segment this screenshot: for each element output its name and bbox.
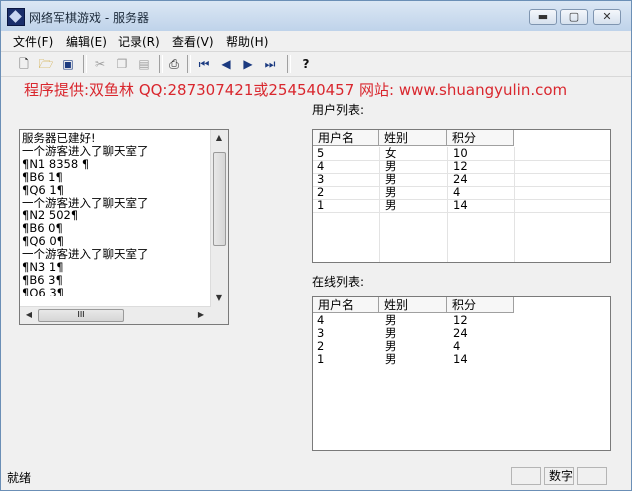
user-list[interactable]: 用户名 姓别 积分 5 女 10 4 男 12 3 男 24 2 男 4 1 男 14: [312, 129, 611, 263]
toolbar-separator: [159, 55, 163, 73]
log-line: ¶N1 8358 ¶: [22, 156, 90, 171]
menu-bar: 文件(F) 编辑(E) 记录(R) 查看(V) 帮助(H): [1, 31, 631, 51]
cell-score: 14: [453, 352, 468, 366]
log-line: ¶Q6 1¶: [22, 182, 64, 197]
scroll-right-icon[interactable]: ▶: [194, 310, 208, 319]
table-row[interactable]: 1 男 14: [313, 353, 610, 366]
online-list[interactable]: 用户名 姓别 积分 4 男 12 3 男 24 2 男 4 1 男 14: [312, 296, 611, 451]
cell-username: 1: [317, 198, 325, 212]
status-bar: 就绪 数字: [1, 464, 631, 490]
maximize-button[interactable]: ▢: [560, 9, 588, 25]
toolbar: 🗋 🗁 ▣ ✂ ❐ ▤ ⎙ ⏮ ◀ ▶ ⏭ ?: [1, 51, 631, 77]
minimize-button[interactable]: ▬: [529, 9, 557, 25]
log-line: ¶B6 3¶: [22, 272, 63, 287]
column-score[interactable]: 积分: [447, 130, 514, 146]
help-icon[interactable]: ?: [297, 55, 315, 73]
menu-view[interactable]: 查看(V): [172, 33, 214, 50]
new-file-icon[interactable]: 🗋: [15, 55, 33, 73]
first-icon[interactable]: ⏮: [195, 55, 213, 73]
column-score[interactable]: 积分: [447, 297, 514, 313]
cell-username: 1: [317, 352, 325, 366]
app-icon[interactable]: [7, 8, 25, 26]
cut-icon[interactable]: ✂: [91, 55, 109, 73]
menu-help[interactable]: 帮助(H): [226, 33, 268, 50]
vertical-scroll-thumb[interactable]: [213, 152, 226, 246]
close-button[interactable]: ✕: [593, 9, 621, 25]
app-window: 网络军棋游戏 - 服务器 ▬ ▢ ✕ 文件(F) 编辑(E) 记录(R) 查看(…: [0, 0, 632, 491]
toolbar-separator: [83, 55, 87, 73]
status-pane-numlock: 数字: [544, 467, 574, 485]
print-icon[interactable]: ⎙: [165, 55, 183, 73]
last-icon[interactable]: ⏭: [261, 55, 279, 73]
log-line: 服务器已建好!: [22, 132, 96, 145]
log-content: 服务器已建好! 一个游客进入了聊天室了 ¶N1 8358 ¶ ¶B6 1¶ ¶Q6 1¶…: [22, 132, 212, 296]
maximize-icon: ▢: [568, 10, 580, 23]
table-row[interactable]: 3 男 24: [313, 173, 610, 187]
menu-edit[interactable]: 编辑(E): [66, 33, 107, 50]
prev-icon[interactable]: ◀: [217, 55, 235, 73]
user-list-label: 用户列表:: [312, 103, 365, 117]
toolbar-separator: [287, 55, 291, 73]
status-text: 就绪: [7, 471, 32, 485]
column-username[interactable]: 用户名: [313, 297, 379, 313]
paste-icon[interactable]: ▤: [135, 55, 153, 73]
open-folder-icon[interactable]: 🗁: [37, 55, 55, 73]
scroll-corner: [211, 307, 228, 324]
log-line: ¶B6 1¶: [22, 169, 63, 184]
log-textbox[interactable]: 服务器已建好! 一个游客进入了聊天室了 ¶N1 8358 ¶ ¶B6 1¶ ¶Q6 1¶…: [19, 129, 229, 325]
scroll-up-icon[interactable]: ▲: [212, 133, 226, 142]
table-row[interactable]: 1 男 14: [313, 199, 610, 213]
title-bar[interactable]: 网络军棋游戏 - 服务器 ▬ ▢ ✕: [1, 1, 631, 31]
scroll-down-icon[interactable]: ▼: [212, 293, 226, 302]
column-username[interactable]: 用户名: [313, 130, 379, 146]
log-line: ¶Q6 3¶: [22, 285, 64, 296]
menu-file[interactable]: 文件(F): [13, 33, 53, 50]
banner-text: 程序提供:双鱼林 QQ:287307421或254540457 网站: www.…: [24, 81, 568, 99]
menu-record[interactable]: 记录(R): [118, 33, 160, 50]
log-horizontal-scrollbar[interactable]: ◀ III ▶: [20, 306, 211, 324]
horizontal-scroll-thumb[interactable]: III: [38, 309, 124, 322]
cell-gender: 男: [385, 352, 397, 366]
column-gender[interactable]: 姓别: [379, 297, 447, 313]
table-row[interactable]: 3 男 24: [313, 327, 610, 340]
minimize-icon: ▬: [537, 10, 549, 23]
log-vertical-scrollbar[interactable]: ▲ ▼: [210, 130, 228, 307]
toolbar-separator: [187, 55, 191, 73]
scroll-grip-icon: III: [77, 310, 85, 319]
status-pane-1: [511, 467, 541, 485]
save-icon[interactable]: ▣: [59, 55, 77, 73]
scroll-left-icon[interactable]: ◀: [22, 310, 36, 319]
column-gender[interactable]: 姓别: [379, 130, 447, 146]
cell-gender: 男: [385, 198, 397, 212]
copy-icon[interactable]: ❐: [113, 55, 131, 73]
log-line: 一个游客进入了聊天室了: [22, 143, 149, 158]
close-icon: ✕: [602, 10, 612, 23]
online-list-label: 在线列表:: [312, 275, 365, 289]
next-icon[interactable]: ▶: [239, 55, 257, 73]
status-pane-3: [577, 467, 607, 485]
cell-score: 14: [453, 198, 468, 212]
window-title: 网络军棋游戏 - 服务器: [29, 11, 149, 25]
